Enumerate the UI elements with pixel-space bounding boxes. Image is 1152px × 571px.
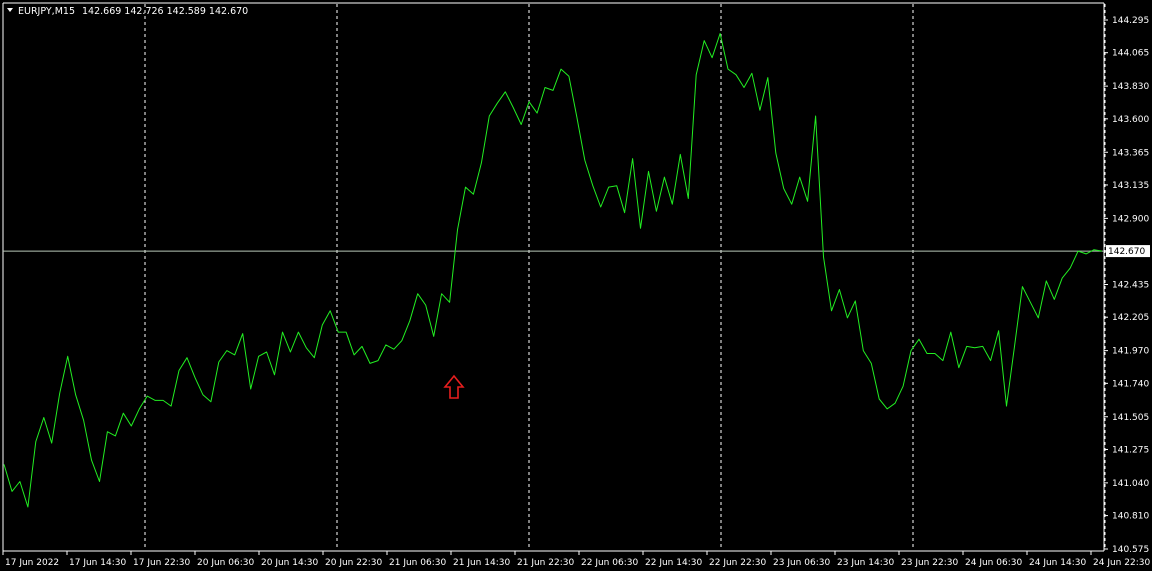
price-tick-label: 143.135 — [1112, 181, 1149, 191]
time-tick-label: 24 Jun 14:30 — [1029, 558, 1086, 568]
time-tick-label: 20 Jun 06:30 — [197, 558, 254, 568]
price-tick-label: 142.205 — [1112, 313, 1149, 323]
price-tick-label: 144.065 — [1112, 49, 1149, 59]
time-tick-label: 23 Jun 06:30 — [773, 558, 830, 568]
price-tick-label: 141.040 — [1112, 479, 1149, 489]
symbol-label: EURJPY,M15 — [18, 6, 75, 17]
time-tick-label: 17 Jun 14:30 — [69, 558, 126, 568]
time-tick-label: 23 Jun 22:30 — [901, 558, 958, 568]
time-tick-label: 20 Jun 14:30 — [261, 558, 318, 568]
price-tick-label: 141.970 — [1112, 347, 1149, 357]
price-tick-label: 144.295 — [1112, 16, 1149, 26]
price-tick-label: 141.505 — [1112, 413, 1149, 423]
price-tick-label: 141.275 — [1112, 445, 1149, 455]
price-tick-label: 143.830 — [1112, 82, 1149, 92]
time-tick-label: 20 Jun 22:30 — [325, 558, 382, 568]
price-tick-label: 142.435 — [1112, 281, 1149, 291]
time-tick-label: 24 Jun 06:30 — [965, 558, 1022, 568]
time-tick-label: 22 Jun 14:30 — [645, 558, 702, 568]
ohlc-values: 142.669 142.726 142.589 142.670 — [82, 6, 248, 17]
time-tick-label: 21 Jun 06:30 — [389, 558, 446, 568]
price-tick-label: 140.810 — [1112, 512, 1149, 522]
price-chart[interactable]: 144.295 144.065 143.830 143.600 143.365 143.1… — [0, 0, 1152, 571]
chart-background — [0, 0, 1152, 571]
bid-price-label: 142.670 — [1106, 245, 1150, 258]
time-tick-label: 23 Jun 14:30 — [837, 558, 894, 568]
price-tick-label: 142.900 — [1112, 214, 1149, 224]
price-tick-label: 141.740 — [1112, 379, 1149, 389]
time-tick-label: 17 Jun 2022 — [5, 558, 59, 568]
time-tick-label: 21 Jun 14:30 — [453, 558, 510, 568]
price-tick-label: 143.600 — [1112, 115, 1149, 125]
time-tick-label: 17 Jun 22:30 — [133, 558, 190, 568]
price-tick-label: 140.575 — [1112, 545, 1149, 555]
time-tick-label: 21 Jun 22:30 — [517, 558, 574, 568]
time-tick-label: 22 Jun 22:30 — [709, 558, 766, 568]
time-tick-label: 24 Jun 22:30 — [1093, 558, 1150, 568]
bid-price-text: 142.670 — [1108, 247, 1145, 257]
price-tick-label: 143.365 — [1112, 148, 1149, 158]
time-tick-label: 22 Jun 06:30 — [581, 558, 638, 568]
